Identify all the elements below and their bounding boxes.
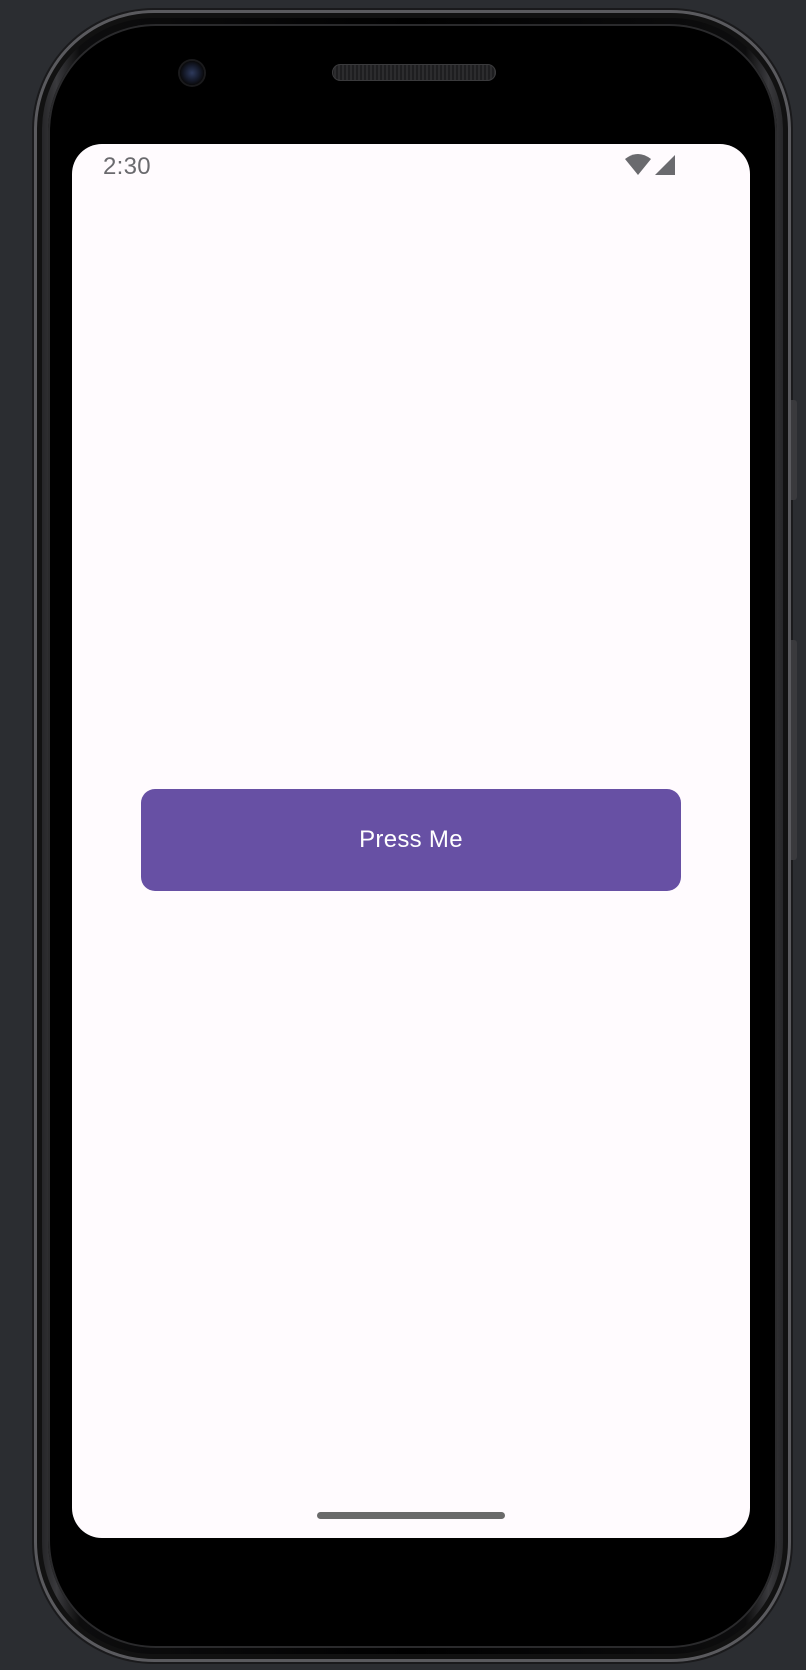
volume-button[interactable] [791,400,797,500]
status-icons [624,154,676,181]
phone-screen: 2:30 Press Me [72,144,750,1538]
power-button[interactable] [791,640,797,860]
status-bar: 2:30 [72,144,750,190]
wifi-icon [624,154,652,181]
home-gesture-bar[interactable] [317,1512,505,1519]
press-me-button[interactable]: Press Me [141,789,681,891]
emulator-stage: 2:30 Press Me [0,0,806,1670]
earpiece-speaker [332,64,496,81]
status-time: 2:30 [103,153,151,180]
front-camera [180,61,204,85]
cellular-signal-icon [654,154,676,181]
